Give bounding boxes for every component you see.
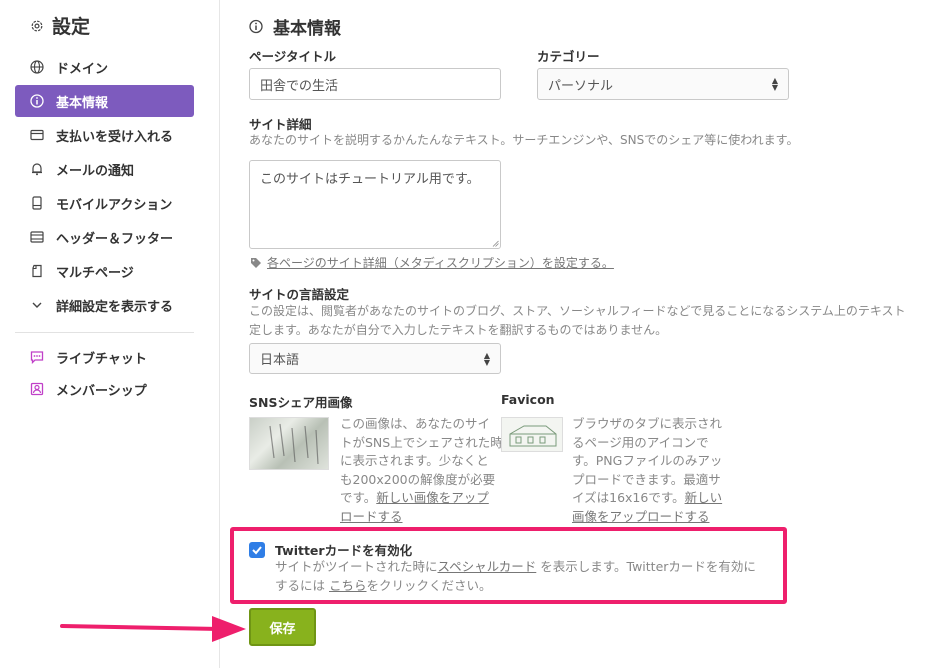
pages-icon xyxy=(30,264,44,278)
meta-description-link[interactable]: 各ページのサイト詳細（メタディスクリプション）を設定する。 xyxy=(267,254,614,271)
favicon-text-line: ブラウザのタブに表示され xyxy=(572,416,723,431)
language-select[interactable]: 日本語 ▲ ▼ xyxy=(249,343,501,374)
annotation-arrow-icon xyxy=(60,616,246,642)
sns-image-text-prefix: です。 xyxy=(340,490,377,505)
favicon-text: ブラウザのタブに表示され るページ用のアイコンで す。PNGファイルのみアッ プ… xyxy=(572,415,722,526)
sidebar-item-header-footer[interactable]: ヘッダー＆フッター xyxy=(15,221,194,253)
site-detail-textarea[interactable]: このサイトはチュートリアル用です。 xyxy=(249,160,501,249)
favicon-label: Favicon xyxy=(501,392,555,407)
special-card-link[interactable]: スペシャルカード xyxy=(438,559,537,574)
mobile-icon xyxy=(30,196,44,210)
sns-image-text-line: トがSNS上でシェアされた時 xyxy=(340,434,503,450)
site-detail-description: あなたのサイトを説明するかんたんなテキスト。サーチエンジンや、SNSでのシェア等… xyxy=(249,133,799,147)
select-arrows-icon: ▲ ▼ xyxy=(771,76,778,92)
sidebar-item-multipage[interactable]: マルチページ xyxy=(15,255,194,287)
sns-image-text-line: です。新しい画像をアップ xyxy=(340,489,503,508)
tag-icon xyxy=(249,256,263,270)
twitter-text: サイトがツイートされた時に xyxy=(275,559,438,574)
sidebar-item-label: ヘッダー＆フッター xyxy=(56,231,174,247)
gear-icon xyxy=(30,19,44,33)
info-icon xyxy=(30,94,44,108)
language-description-line1: この設定は、閲覧者があなたのサイトのブログ、ストア、ソーシャルフィードなどで見る… xyxy=(249,304,906,318)
checkmark-icon xyxy=(252,546,262,555)
twitter-text: を表示します。Twitterカードを有効に xyxy=(540,559,756,574)
sidebar-item-label: ライブチャット xyxy=(56,351,147,367)
header-footer-icon xyxy=(30,230,44,244)
category-value: パーソナル xyxy=(548,78,614,94)
sidebar-item-label: メンバーシップ xyxy=(56,383,147,399)
chat-icon xyxy=(30,350,44,364)
favicon-text-line: 画像をアップロードする xyxy=(572,508,722,527)
sidebar-item-domain[interactable]: ドメイン xyxy=(15,51,194,83)
save-button[interactable]: 保存 xyxy=(249,608,316,646)
favicon-text-line: イズは16x16です。新しい xyxy=(572,489,722,508)
sns-image-text-line: ロードする xyxy=(340,508,503,527)
sns-image-upload-link-cont[interactable]: ロードする xyxy=(340,509,403,524)
select-arrows-icon: ▲ ▼ xyxy=(483,350,490,367)
section-header: 基本情報 xyxy=(249,14,341,39)
here-link[interactable]: こちら xyxy=(329,578,367,593)
twitter-text: をクリックください。 xyxy=(366,578,492,593)
sidebar-item-live-chat[interactable]: ライブチャット xyxy=(15,341,194,373)
sidebar-item-mobile-actions[interactable]: モバイルアクション xyxy=(15,187,194,219)
category-label: カテゴリー xyxy=(537,49,600,64)
info-icon xyxy=(249,19,263,34)
settings-sidebar: 設定 ドメイン 基本情報 支払いを受け入れる メールの通知 モバイルアクション … xyxy=(0,0,220,668)
page-title-label: ページタイトル xyxy=(249,49,337,64)
sidebar-item-payments[interactable]: 支払いを受け入れる xyxy=(15,119,194,151)
sidebar-divider xyxy=(15,332,194,333)
favicon-upload-link[interactable]: 新しい xyxy=(685,490,723,505)
language-value: 日本語 xyxy=(260,353,300,368)
twitter-card-description-line: サイトがツイートされた時にスペシャルカード を表示します。Twitterカードを… xyxy=(275,557,756,576)
meta-description-row: 各ページのサイト詳細（メタディスクリプション）を設定する。 xyxy=(249,254,614,271)
sidebar-item-label: 基本情報 xyxy=(56,95,109,111)
sidebar-item-label: マルチページ xyxy=(56,265,134,281)
favicon-thumbnail[interactable] xyxy=(501,417,563,452)
sidebar-item-label: モバイルアクション xyxy=(56,197,173,213)
sidebar-item-label: 詳細設定を表示する xyxy=(56,299,174,315)
card-icon xyxy=(30,128,44,142)
sns-image-thumbnail[interactable] xyxy=(249,417,329,470)
sidebar-item-advanced-settings[interactable]: 詳細設定を表示する xyxy=(15,289,194,321)
favicon-text-line: プロードできます。最適サ xyxy=(572,471,721,487)
sidebar-item-email-notifications[interactable]: メールの通知 xyxy=(15,153,194,185)
sidebar-title-text: 設定 xyxy=(52,16,91,38)
sidebar-title: 設定 xyxy=(30,12,90,39)
sns-image-label: SNSシェア用画像 xyxy=(249,395,353,410)
sns-image-text-line: も200x200の解像度が必要 xyxy=(340,471,496,487)
sidebar-item-membership[interactable]: メンバーシップ xyxy=(15,373,194,405)
sns-image-text-line: この画像は、あなたのサイ xyxy=(340,416,491,431)
twitter-card-description: サイトがツイートされた時にスペシャルカード を表示します。Twitterカードを… xyxy=(275,557,756,595)
language-description-line2: 定します。あなたが自分で入力したテキストを翻訳するものではありません。 xyxy=(249,323,668,337)
member-icon xyxy=(30,382,44,396)
resize-handle-icon[interactable] xyxy=(492,240,499,247)
twitter-text: するには xyxy=(275,578,326,593)
section-title: 基本情報 xyxy=(273,19,341,39)
sns-image-upload-link[interactable]: 新しい画像をアップ xyxy=(376,490,489,505)
twitter-card-checkbox[interactable] xyxy=(249,542,265,558)
favicon-text-line: す。PNGファイルのみアッ xyxy=(572,453,723,468)
favicon-text-line: るページ用のアイコンで xyxy=(572,434,709,450)
globe-icon xyxy=(30,60,44,74)
sidebar-item-label: メールの通知 xyxy=(56,163,135,179)
twitter-card-description-line: するには こちらをクリックください。 xyxy=(275,576,756,595)
bell-icon xyxy=(30,162,44,176)
page-title-input[interactable]: 田舎での生活 xyxy=(249,68,501,100)
sns-image-text: この画像は、あなたのサイ トがSNS上でシェアされた時 に表示されます。少なくと… xyxy=(340,415,503,526)
favicon-upload-link-cont[interactable]: 画像をアップロードする xyxy=(572,509,710,524)
sns-image-text-line: に表示されます。少なくと xyxy=(340,453,489,468)
sidebar-item-label: 支払いを受け入れる xyxy=(56,129,174,145)
language-label: サイトの言語設定 xyxy=(249,287,350,302)
category-select[interactable]: パーソナル ▲ ▼ xyxy=(537,68,789,100)
sidebar-item-basic-info[interactable]: 基本情報 xyxy=(15,85,194,117)
favicon-text-prefix: イズは16x16です。 xyxy=(572,490,685,505)
chevron-down-icon xyxy=(30,298,44,312)
sidebar-item-label: ドメイン xyxy=(56,61,109,77)
